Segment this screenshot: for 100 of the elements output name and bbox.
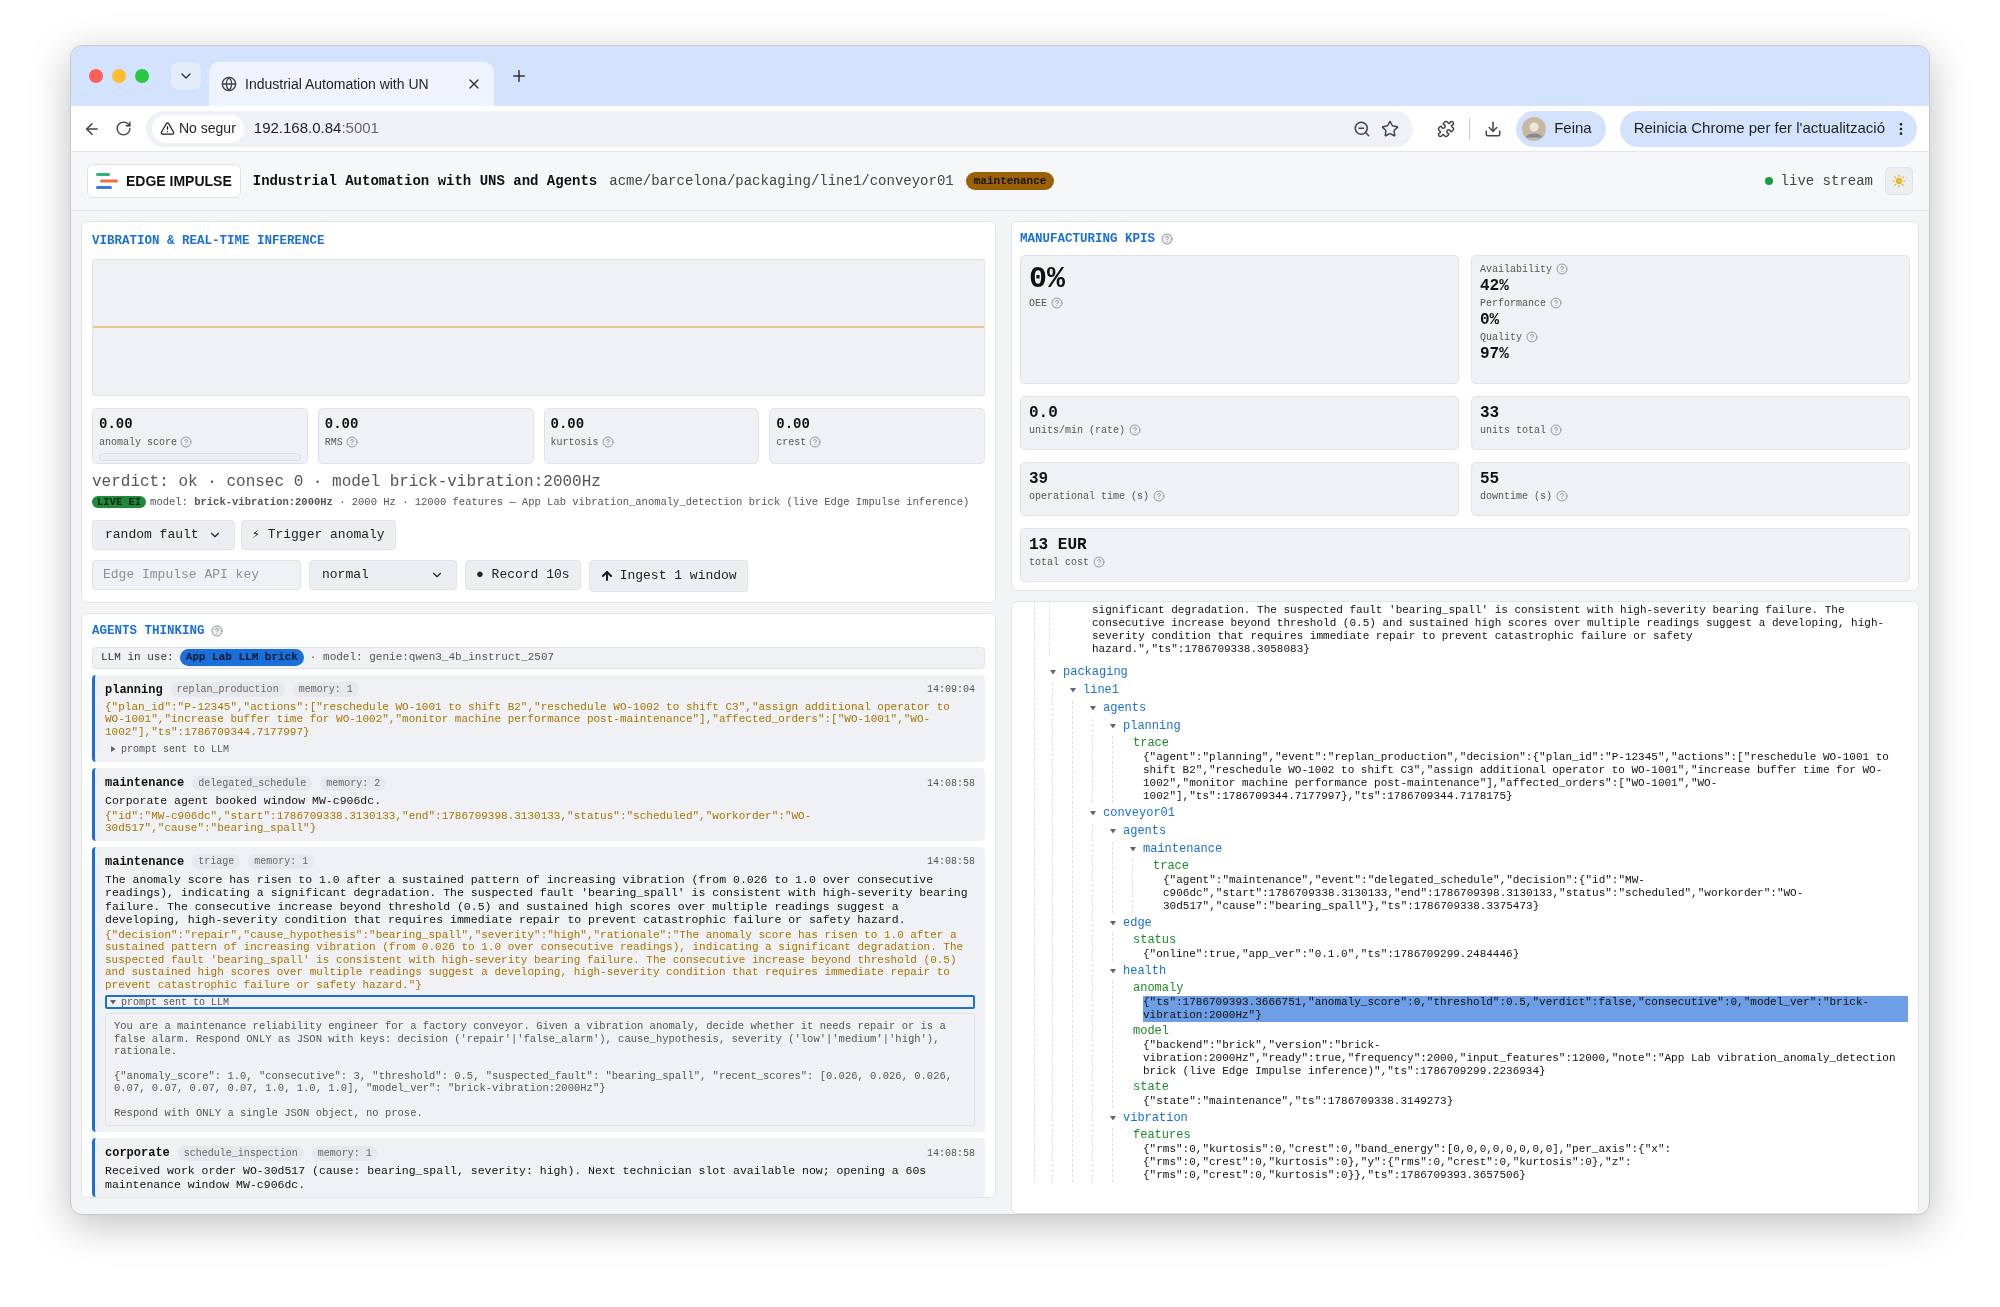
- prompt-text: Respond with ONLY a single JSON object, no prose.: [114, 1106, 424, 1119]
- live-badge: LIVE EI: [92, 495, 147, 508]
- kpi-value: 0.0: [1029, 402, 1059, 423]
- kpi-label: Availability: [1480, 262, 1552, 277]
- globe-icon: [221, 76, 237, 92]
- metric-value: 0.00: [324, 414, 360, 434]
- zoom-out-icon[interactable]: [1353, 119, 1372, 138]
- event-tag: replan_production: [170, 682, 285, 697]
- logo-icon: [96, 173, 118, 189]
- tree-value[interactable]: {"backend":"brick","version":"brick-vibration:2000Hz","ready":true,"frequency":2000,"input_features":12000,"note":"App Lab vibration_anomaly_detection brick (live Edge Impulse inference)","ts":1786709299.2236934}: [1143, 1038, 1908, 1078]
- tree-node[interactable]: agents: [1123, 823, 1167, 839]
- caret-icon[interactable]: [1069, 686, 1077, 695]
- api-key-field[interactable]: Edge Impulse API key: [92, 559, 301, 590]
- tree-node[interactable]: vibration: [1123, 1110, 1188, 1126]
- prompt-toggle[interactable]: prompt sent to LLM: [105, 995, 975, 1009]
- metric-value: 0.00: [550, 414, 586, 434]
- warning-icon: [160, 121, 175, 136]
- decision-json: {"id":"MW-c906dc","start":1786709338.3130133,"end":1786709398.3130133,"status":"scheduled","workorder":"WO-30d517","cause":"bearing_spall"}: [105, 809, 813, 835]
- panel-title: VIBRATION & REAL-TIME INFERENCE: [92, 233, 325, 250]
- tree-key: anomaly: [1133, 980, 1908, 996]
- kpi-value: 42%: [1480, 276, 1510, 296]
- tree-node[interactable]: agents: [1103, 700, 1147, 716]
- memory-tag: memory: 1: [248, 854, 315, 869]
- address-bar[interactable]: No segur 192.168.0.84:5001: [146, 110, 1414, 147]
- kpi-value: 0%: [1480, 310, 1501, 330]
- prompt-label: prompt sent to LLM: [121, 742, 230, 757]
- brand-logo[interactable]: EDGE IMPULSE: [87, 164, 241, 198]
- stream-status: live stream: [1780, 171, 1873, 191]
- kpi-value: 55: [1480, 468, 1501, 489]
- trigger-button[interactable]: ⚡ Trigger anomaly: [241, 519, 396, 550]
- prompt-text: You are a maintenance reliability engineer for a factory conveyor. Given a vibration anomaly, decide whether it needs repair or is a false alarm. Respond ONLY as JSON with keys: decision ('repair'|'false_alarm'), cause_hypothesis, severity ('low'|'medium'|'high'), rationale.: [114, 1020, 947, 1058]
- caret-icon[interactable]: [1109, 919, 1117, 928]
- tab-list-button[interactable]: [171, 62, 201, 90]
- profile-button[interactable]: Feina: [1516, 110, 1606, 147]
- tree-node[interactable]: line1: [1083, 682, 1119, 698]
- memory-tag: memory: 1: [311, 1145, 378, 1161]
- tree-node[interactable]: health: [1123, 963, 1167, 979]
- metric-label: crest: [776, 435, 807, 450]
- prompt-toggle[interactable]: prompt sent to LLM: [105, 742, 975, 756]
- extensions-icon[interactable]: [1437, 119, 1456, 138]
- mode-select[interactable]: normal: [309, 559, 457, 590]
- tree-node[interactable]: conveyor01: [1103, 805, 1175, 821]
- tree-value[interactable]: {"online":true,"app_ver":"0.1.0","ts":1786709299.2484446}: [1143, 947, 1908, 961]
- caret-icon[interactable]: [1109, 967, 1117, 976]
- memory-tag: memory: 1: [292, 682, 359, 697]
- star-icon[interactable]: [1381, 119, 1400, 138]
- caret-icon[interactable]: [1109, 1114, 1117, 1123]
- tree-value: significant degradation. The suspected fault 'bearing_spall' is consistent with high-severity bearing failure. The consecutive increase beyond threshold (0.5) and sustained high scores over multiple readings suggest a developing, high-severity condition that requires immediate repair to prevent catastrophic failure or safety hazard.","ts":1786709338.3058083}: [1092, 602, 1886, 656]
- tree-node[interactable]: planning: [1123, 718, 1181, 734]
- entry-time: 14:09:04: [927, 683, 975, 697]
- llm-badge: App Lab LLM brick: [179, 649, 304, 666]
- tree-node[interactable]: packaging: [1063, 664, 1128, 680]
- caret-icon[interactable]: [1109, 722, 1117, 731]
- record-button[interactable]: ● Record 10s: [465, 559, 581, 590]
- caret-icon[interactable]: [1089, 704, 1097, 713]
- verdict-text: verdict: ok · consec 0 · model brick-vibration:2000Hz: [92, 471, 602, 493]
- reload-icon[interactable]: [115, 120, 132, 137]
- tree-key: trace: [1133, 735, 1908, 751]
- browser-tab[interactable]: Industrial Automation with UN: [209, 62, 494, 106]
- tree-value[interactable]: {"ts":1786709393.3666751,"anomaly_score":0,"threshold":0.5,"verdict":false,"consecutive":0,"model_ver":"brick-vibration:2000Hz"}: [1143, 995, 1908, 1022]
- metric-value: 0.00: [776, 414, 811, 434]
- download-icon[interactable]: [1484, 119, 1503, 138]
- entry-time: 14:08:58: [927, 855, 975, 869]
- caret-icon[interactable]: [1049, 668, 1057, 677]
- tree-value[interactable]: {"rms":0,"kurtosis":0,"crest":0,"band_energy":[0,0,0,0,0,0,0,0],"per_axis":{"x":{"rms":0,"crest":0,"kurtosis":0},"y":{"rms":0,"crest":0,"kurtosis":0},"z":{"rms":0,"crest":0,"kurtosis":0}},"ts":1786709393.3657506}: [1143, 1142, 1908, 1182]
- ingest-button[interactable]: Ingest 1 window: [588, 559, 748, 592]
- caret-icon[interactable]: [1129, 845, 1137, 854]
- app-title: Industrial Automation with UNS and Agents: [252, 171, 598, 191]
- panel-title: AGENTS THINKING: [92, 622, 205, 640]
- tree-value[interactable]: {"agent":"maintenance","event":"delegated_schedule","decision":{"id":"MW-c906dc","start":1786709338.3130133,"end":1786709398.3130133,"status":"scheduled","workorder":"WO-30d517","cause":"bearing_spall"},"ts":1786709338.3375473}: [1163, 873, 1908, 913]
- kpi-label: downtime (s): [1480, 489, 1552, 504]
- caret-icon[interactable]: [1109, 827, 1117, 836]
- update-button[interactable]: Reinicia Chrome per fer l'actualització: [1619, 110, 1917, 147]
- tree-node[interactable]: maintenance: [1143, 841, 1223, 857]
- entry-time: 14:08:58: [927, 776, 975, 791]
- kpi-value: 13 EUR: [1029, 534, 1088, 555]
- prompt-label: prompt sent to LLM: [121, 995, 230, 1010]
- new-tab-icon[interactable]: [510, 67, 528, 85]
- llm-model: · model: genie:qwen3_4b_instruct_2507: [309, 650, 555, 666]
- security-chip[interactable]: No segur: [152, 114, 244, 143]
- kpi-label: units/min (rate): [1029, 423, 1125, 438]
- tree-value[interactable]: {"agent":"planning","event":"replan_production","decision":{"plan_id":"P-12345","actions":["reschedule WO-1001 to shift B2","reschedule WO-1002 to shift C3","assign additional operator to WO-1001","increase buffer time for WO-1002","monitor machine performance post-maintenance"],"affected_orders":["WO-1001","WO-1002"],"ts":1786709344.7177997},"ts":1786709344.7178175}: [1143, 750, 1908, 803]
- kpi-label: units total: [1480, 423, 1546, 438]
- tree-key: features: [1133, 1127, 1908, 1143]
- llm-label: LLM in use:: [101, 650, 174, 666]
- caret-icon[interactable]: [109, 998, 117, 1006]
- state-badge: maintenance: [965, 171, 1055, 191]
- event-tag: schedule_inspection: [177, 1145, 304, 1161]
- kpi-label: Quality: [1480, 330, 1522, 345]
- tree-node[interactable]: edge: [1123, 915, 1152, 931]
- metric-label: kurtosis: [550, 435, 599, 450]
- tree-value[interactable]: {"state":"maintenance","ts":1786709338.3149273}: [1143, 1094, 1908, 1108]
- model-info: model: brick-vibration:2000Hz · 2000 Hz · 12000 features — App Lab vibration_anomaly_detection brick (live Edge Impulse inference): [150, 495, 970, 508]
- caret-icon[interactable]: [109, 745, 117, 753]
- brand-name: EDGE IMPULSE: [126, 171, 232, 191]
- caret-icon[interactable]: [1089, 809, 1097, 818]
- decision-json: {"decision":"repair","cause_hypothesis":"bearing_spall","severity":"high","rationale":"The anomaly score has risen to 1.0 after a sustained pattern of increasing vibration (from 0.026 to 1.0 over consecutive readings), indicating a significant degradation. The suspected fault 'bearing_spall' is consistent with high-severity bearing failure. The consecutive increase beyond threshold (0.5) and sustained high scores over multiple readings suggest a developing, high-severity condition that requires immediate repair to prevent catastrophic failure or safety hazard."}: [105, 928, 965, 991]
- fault-select[interactable]: random fault: [92, 519, 235, 550]
- kpi-label: operational time (s): [1029, 489, 1150, 504]
- tree-key: state: [1133, 1079, 1908, 1095]
